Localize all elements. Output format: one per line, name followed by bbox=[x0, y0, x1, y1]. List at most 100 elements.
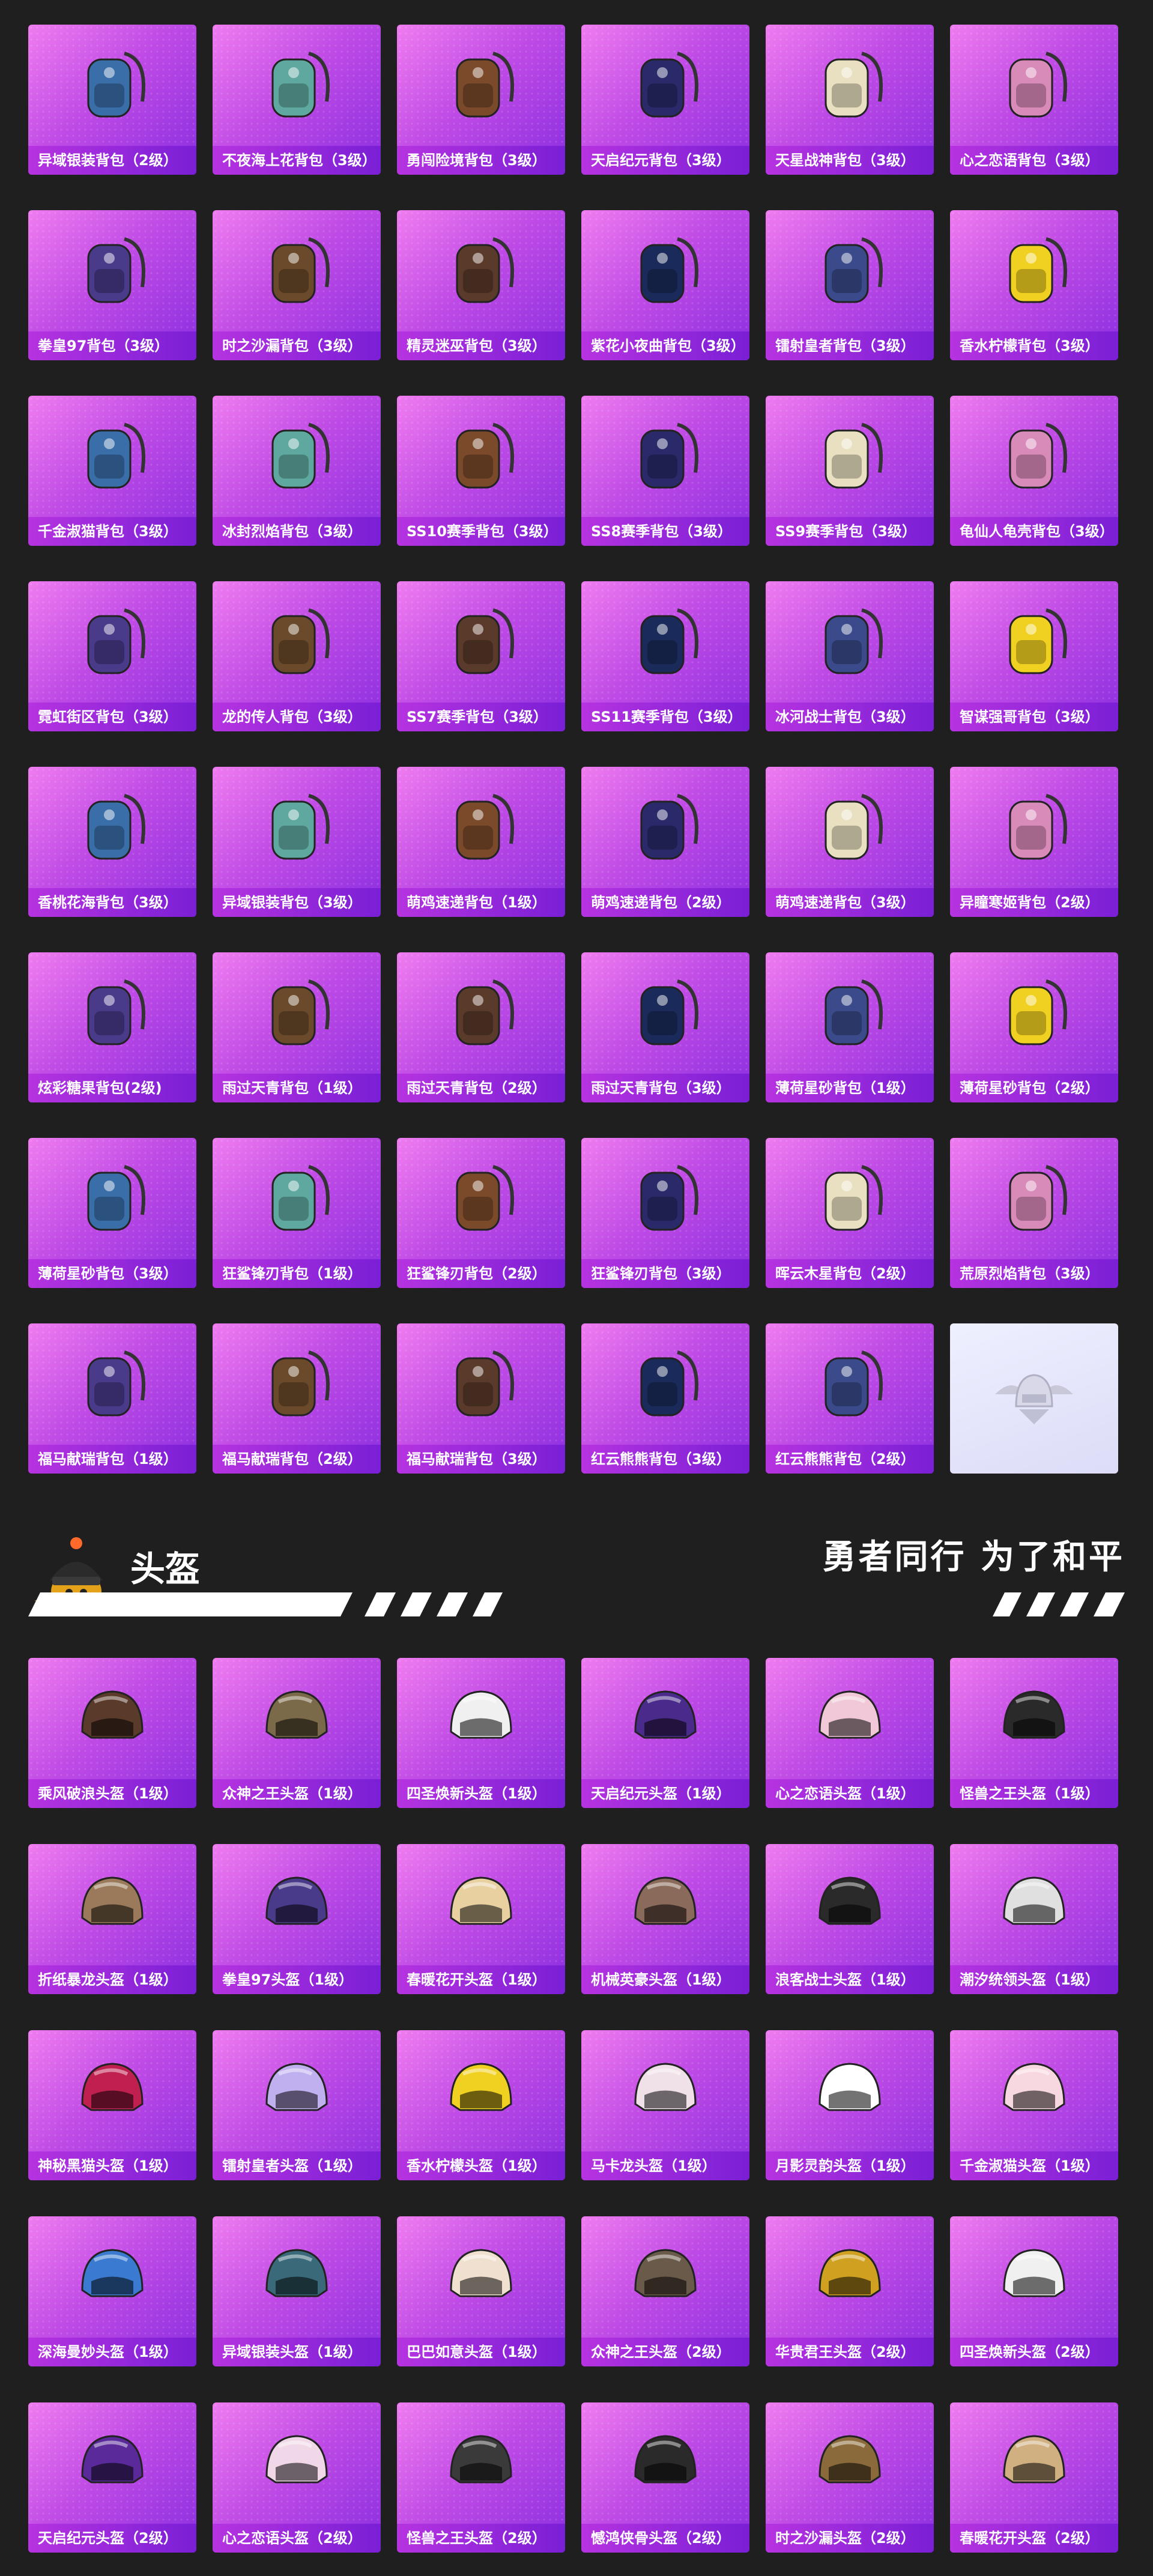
backpack-card[interactable]: 福马献瑞背包（1级） bbox=[28, 1323, 196, 1474]
backpack-card[interactable]: 精灵迷巫背包（3级） bbox=[397, 210, 565, 360]
helmet-card[interactable]: 潮汐统领头盔（1级） bbox=[950, 1844, 1118, 1994]
helmet-card[interactable]: 千金淑猫头盔（1级） bbox=[950, 2030, 1118, 2180]
backpack-card[interactable]: SS9赛季背包（3级） bbox=[766, 396, 934, 546]
item-label: 天启纪元背包（3级） bbox=[581, 146, 749, 175]
backpack-card[interactable]: 福马献瑞背包（2级） bbox=[213, 1323, 381, 1474]
helmet-card[interactable]: 马卡龙头盔（1级） bbox=[581, 2030, 749, 2180]
backpack-card[interactable]: 狂鲨锋刃背包（1级） bbox=[213, 1138, 381, 1288]
backpack-card[interactable]: 香桃花海背包（3级） bbox=[28, 767, 196, 917]
backpack-icon bbox=[989, 598, 1079, 691]
backpack-card[interactable]: 萌鸡速递背包（2级） bbox=[581, 767, 749, 917]
item-label: SS10赛季背包（3级） bbox=[397, 517, 565, 546]
backpack-card[interactable]: 龟仙人龟壳背包（3级） bbox=[950, 396, 1118, 546]
helmet-card[interactable]: 乘风破浪头盔（1级） bbox=[28, 1658, 196, 1808]
helmet-card[interactable]: 心之恋语头盔（2级） bbox=[213, 2402, 381, 2553]
helmet-card[interactable]: 众神之王头盔（1级） bbox=[213, 1658, 381, 1808]
backpack-card[interactable]: 炫彩糖果背包(2级) bbox=[28, 952, 196, 1102]
backpack-card[interactable]: 冰河战士背包（3级） bbox=[766, 581, 934, 731]
backpack-icon bbox=[436, 1155, 526, 1247]
helmet-card[interactable]: 折纸暴龙头盔（1级） bbox=[28, 1844, 196, 1994]
item-label: 香水柠檬背包（3级） bbox=[950, 331, 1118, 360]
backpack-card[interactable]: 霓虹街区背包（3级） bbox=[28, 581, 196, 731]
helmet-card[interactable]: 拳皇97头盔（1级） bbox=[213, 1844, 381, 1994]
backpack-card[interactable]: 红云熊熊背包（2级） bbox=[766, 1323, 934, 1474]
helmet-card[interactable]: 浪客战士头盔（1级） bbox=[766, 1844, 934, 1994]
backpack-card[interactable]: 狂鲨锋刃背包（3级） bbox=[581, 1138, 749, 1288]
backpack-card[interactable]: 萌鸡速递背包（3级） bbox=[766, 767, 934, 917]
backpack-icon bbox=[620, 1155, 710, 1247]
helmet-card[interactable]: 神秘黑猫头盔（1级） bbox=[28, 2030, 196, 2180]
backpack-card[interactable]: 荒原烈焰背包（3级） bbox=[950, 1138, 1118, 1288]
helmet-card[interactable]: 众神之王头盔（2级） bbox=[581, 2216, 749, 2366]
backpack-card[interactable]: 时之沙漏背包（3级） bbox=[213, 210, 381, 360]
helmet-card[interactable]: 憾鸿侠骨头盔（2级） bbox=[581, 2402, 749, 2553]
helmet-card[interactable]: 心之恋语头盔（1级） bbox=[766, 1658, 934, 1808]
item-label: SS9赛季背包（3级） bbox=[766, 517, 934, 546]
helmet-card[interactable]: 春暖花开头盔（1级） bbox=[397, 1844, 565, 1994]
backpack-card[interactable]: 冰封烈焰背包（3级） bbox=[213, 396, 381, 546]
backpack-card[interactable]: 香水柠檬背包（3级） bbox=[950, 210, 1118, 360]
backpack-card[interactable]: 薄荷星砂背包（3级） bbox=[28, 1138, 196, 1288]
backpack-card[interactable]: 雨过天青背包（1级） bbox=[213, 952, 381, 1102]
backpack-card[interactable]: 天星战神背包（3级） bbox=[766, 25, 934, 175]
backpack-card[interactable]: 镭射皇者背包（3级） bbox=[766, 210, 934, 360]
backpack-card[interactable]: 不夜海上花背包（3级） bbox=[213, 25, 381, 175]
helmet-card[interactable]: 深海曼妙头盔（1级） bbox=[28, 2216, 196, 2366]
backpack-card[interactable]: 雨过天青背包（3级） bbox=[581, 952, 749, 1102]
item-label: 炫彩糖果背包(2级) bbox=[28, 1074, 196, 1102]
item-label: 乘风破浪头盔（1级） bbox=[28, 1779, 196, 1808]
item-label: 不夜海上花背包（3级） bbox=[213, 146, 381, 175]
helmet-card[interactable]: 四圣焕新头盔（1级） bbox=[397, 1658, 565, 1808]
helmet-card[interactable]: 怪兽之王头盔（1级） bbox=[950, 1658, 1118, 1808]
helmet-icon bbox=[73, 2053, 151, 2133]
backpack-card[interactable]: SS8赛季背包（3级） bbox=[581, 396, 749, 546]
helmet-card[interactable]: 天启纪元头盔（1级） bbox=[581, 1658, 749, 1808]
helmet-icon bbox=[258, 2053, 336, 2133]
backpack-card[interactable]: 紫花小夜曲背包（3级） bbox=[581, 210, 749, 360]
backpack-card[interactable]: SS10赛季背包（3级） bbox=[397, 396, 565, 546]
backpack-card[interactable]: SS11赛季背包（3级） bbox=[581, 581, 749, 731]
backpack-card[interactable]: 勇闯险境背包（3级） bbox=[397, 25, 565, 175]
backpack-card[interactable]: 千金淑猫背包（3级） bbox=[28, 396, 196, 546]
item-label: 薄荷星砂背包（3级） bbox=[28, 1259, 196, 1288]
backpack-card[interactable]: 异瞳寒姬背包（2级） bbox=[950, 767, 1118, 917]
helmet-card[interactable]: 华贵君王头盔（2级） bbox=[766, 2216, 934, 2366]
helmet-card[interactable]: 时之沙漏头盔（2级） bbox=[766, 2402, 934, 2553]
helmet-icon bbox=[626, 2425, 704, 2506]
helmet-card[interactable]: 香水柠檬头盔（1级） bbox=[397, 2030, 565, 2180]
helmet-card[interactable]: 镭射皇者头盔（1级） bbox=[213, 2030, 381, 2180]
helmet-icon bbox=[995, 2239, 1073, 2320]
helmet-card[interactable]: 巴巴如意头盔（1级） bbox=[397, 2216, 565, 2366]
backpack-card[interactable]: 薄荷星砂背包（2级） bbox=[950, 952, 1118, 1102]
backpack-card[interactable]: 异域银装背包（3级） bbox=[213, 767, 381, 917]
item-label: 雨过天青背包（2级） bbox=[397, 1074, 565, 1102]
backpack-card[interactable]: 心之恋语背包（3级） bbox=[950, 25, 1118, 175]
backpack-card[interactable]: 智谋强哥背包（3级） bbox=[950, 581, 1118, 731]
backpack-card[interactable]: 龙的传人背包（3级） bbox=[213, 581, 381, 731]
helmet-card[interactable]: 春暖花开头盔（2级） bbox=[950, 2402, 1118, 2553]
backpack-card[interactable]: 异域银装背包（2级） bbox=[28, 25, 196, 175]
backpack-card[interactable]: 薄荷星砂背包（1级） bbox=[766, 952, 934, 1102]
backpack-icon bbox=[805, 784, 895, 876]
backpack-icon bbox=[67, 41, 157, 134]
helmet-card[interactable]: 天启纪元头盔（2级） bbox=[28, 2402, 196, 2553]
backpack-card[interactable]: 狂鲨锋刃背包（2级） bbox=[397, 1138, 565, 1288]
backpack-card[interactable]: SS7赛季背包（3级） bbox=[397, 581, 565, 731]
helmet-icon bbox=[626, 1867, 704, 1947]
helmet-icon bbox=[258, 1867, 336, 1947]
backpack-card[interactable]: 晖云木星背包（2级） bbox=[766, 1138, 934, 1288]
item-label: 福马献瑞背包（1级） bbox=[28, 1445, 196, 1474]
helmet-card[interactable]: 月影灵韵头盔（1级） bbox=[766, 2030, 934, 2180]
helmet-card[interactable]: 异域银装头盔（1级） bbox=[213, 2216, 381, 2366]
backpack-card[interactable]: 福马献瑞背包（3级） bbox=[397, 1323, 565, 1474]
item-label: 潮汐统领头盔（1级） bbox=[950, 1965, 1118, 1994]
backpack-card[interactable]: 拳皇97背包（3级） bbox=[28, 210, 196, 360]
helmet-card[interactable]: 怪兽之王头盔（2级） bbox=[397, 2402, 565, 2553]
backpack-card[interactable]: 天启纪元背包（3级） bbox=[581, 25, 749, 175]
backpack-card[interactable]: 红云熊熊背包（3级） bbox=[581, 1323, 749, 1474]
backpack-card[interactable]: 雨过天青背包（2级） bbox=[397, 952, 565, 1102]
helmet-card[interactable]: 机械英豪头盔（1级） bbox=[581, 1844, 749, 1994]
item-label: 福马献瑞背包（2级） bbox=[213, 1445, 381, 1474]
backpack-card[interactable]: 萌鸡速递背包（1级） bbox=[397, 767, 565, 917]
helmet-card[interactable]: 四圣焕新头盔（2级） bbox=[950, 2216, 1118, 2366]
